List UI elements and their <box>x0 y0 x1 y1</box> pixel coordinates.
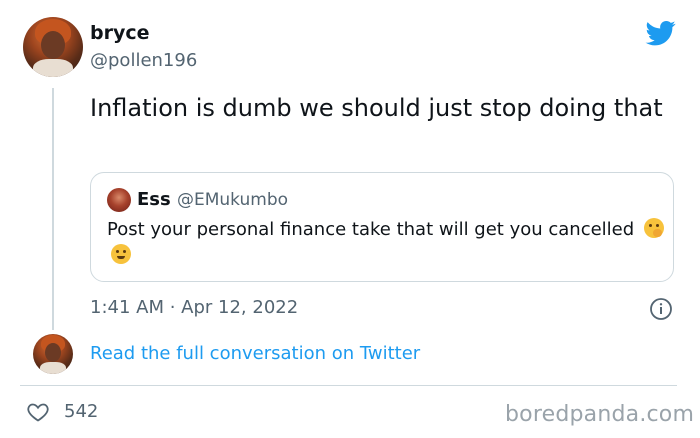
tweet-timestamp[interactable]: 1:41 AM · Apr 12, 2022 <box>90 297 298 318</box>
thread-line <box>52 88 54 330</box>
author-avatar[interactable] <box>23 17 83 77</box>
heart-icon[interactable] <box>25 400 51 424</box>
quoted-author-name: Ess <box>137 189 171 210</box>
author-handle[interactable]: @pollen196 <box>90 50 197 71</box>
quoted-author-handle: @EMukumbo <box>177 190 289 210</box>
read-full-conversation-link[interactable]: Read the full conversation on Twitter <box>90 343 420 364</box>
tweet-text: Inflation is dumb we should just stop do… <box>90 94 663 122</box>
quoted-tweet-text: Post your personal finance take that wil… <box>107 219 635 240</box>
author-name[interactable]: bryce <box>90 22 150 44</box>
info-icon[interactable] <box>649 297 673 321</box>
twitter-bird-icon[interactable] <box>644 18 678 48</box>
watermark: boredpanda.com <box>505 402 695 427</box>
shushing-face-emoji <box>643 218 664 238</box>
like-count: 542 <box>64 401 99 422</box>
thinking-face-emoji <box>111 244 131 264</box>
divider <box>20 385 677 386</box>
reply-avatar[interactable] <box>33 334 73 374</box>
quoted-tweet-text-block: Post your personal finance take that wil… <box>107 217 667 269</box>
quoted-author-avatar <box>107 188 131 212</box>
